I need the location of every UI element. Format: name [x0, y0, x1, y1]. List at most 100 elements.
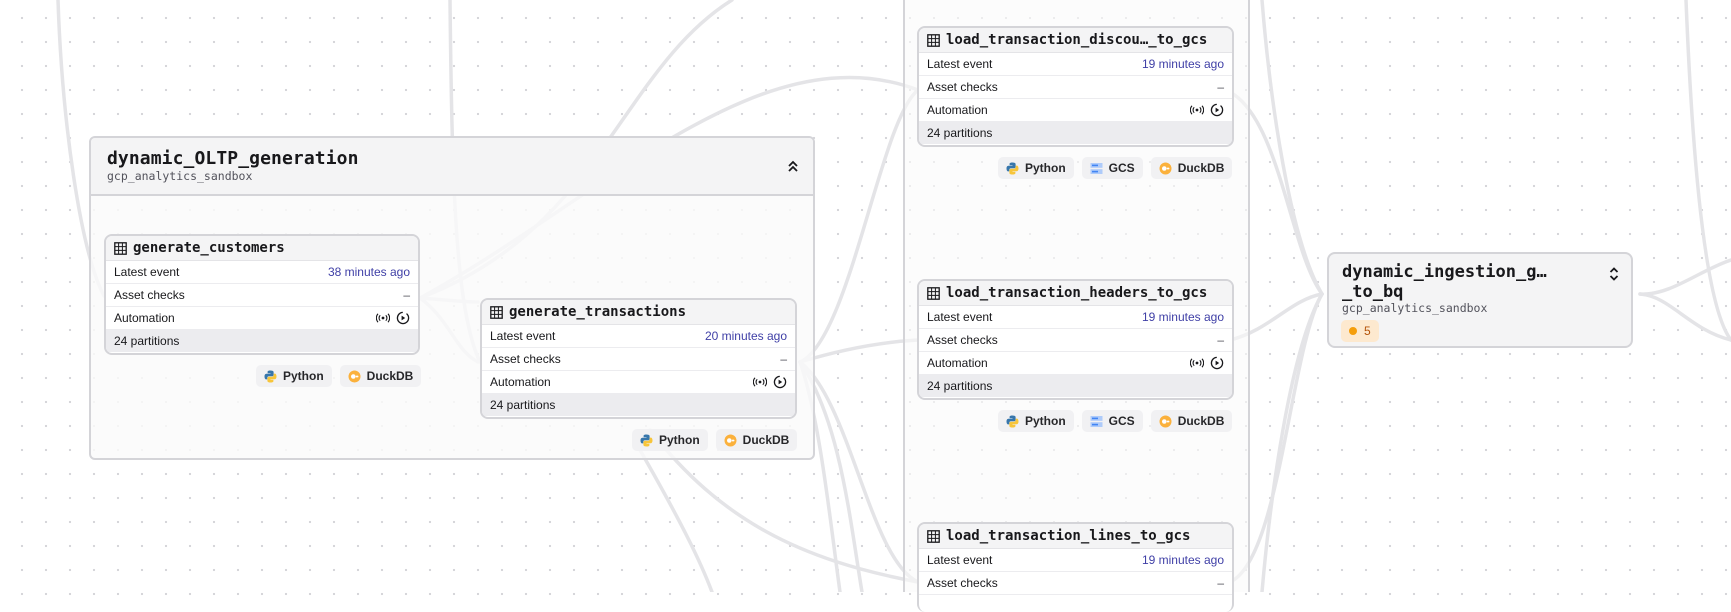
- partitions-label: 24 partitions: [927, 379, 993, 393]
- asset-name: generate_transactions: [509, 304, 687, 320]
- asset-count-badge[interactable]: 5: [1341, 320, 1379, 342]
- asset-title[interactable]: load_transaction_discou…_to_gcs: [919, 28, 1232, 53]
- tag-label: DuckDB: [366, 369, 414, 383]
- group-title: dynamic_OLTP_generation: [107, 148, 359, 169]
- tag-duckdb[interactable]: DuckDB: [339, 365, 422, 387]
- status-dot-icon: [1349, 327, 1357, 335]
- automation-row: Automation: [106, 307, 418, 330]
- asset-node-generate-transactions[interactable]: generate_transactions Latest event 20 min…: [480, 298, 797, 419]
- tag-duckdb[interactable]: DuckDB: [715, 429, 798, 451]
- tag-python[interactable]: Python: [632, 429, 708, 451]
- row-label: Latest event: [927, 57, 993, 71]
- asset-title[interactable]: generate_customers: [106, 236, 418, 261]
- sensor-icon[interactable]: [1190, 358, 1204, 368]
- group-title-line: dynamic_ingestion_g…: [1342, 262, 1547, 282]
- row-label: Asset checks: [927, 576, 998, 590]
- group-subtitle: gcp_analytics_sandbox: [107, 169, 253, 183]
- row-label: Asset checks: [927, 80, 998, 94]
- latest-event-row: Latest event 19 minutes ago: [919, 53, 1232, 76]
- row-label: Asset checks: [114, 288, 185, 302]
- edge: [1260, 292, 1324, 592]
- tag-gcs[interactable]: GCS: [1081, 410, 1143, 432]
- sensor-icon[interactable]: [376, 313, 390, 323]
- asset-node-load-transaction-headers-to-gcs[interactable]: load_transaction_headers_to_gcs Latest e…: [917, 279, 1234, 400]
- asset-group-dynamic-ingestion[interactable]: dynamic_ingestion_g… _to_bq gcp_analytic…: [1327, 252, 1633, 348]
- schedule-icon[interactable]: [773, 375, 787, 389]
- asset-tags: Python DuckDB: [632, 429, 798, 451]
- partitions-row[interactable]: 24 partitions: [106, 330, 418, 352]
- edge: [1638, 292, 1731, 342]
- edge: [1684, 0, 1731, 342]
- latest-event-value[interactable]: 19 minutes ago: [1142, 553, 1224, 567]
- schedule-icon[interactable]: [1210, 356, 1224, 370]
- asset-node-load-transaction-discounts-to-gcs[interactable]: load_transaction_discou…_to_gcs Latest e…: [917, 26, 1234, 147]
- asset-node-load-transaction-lines-to-gcs[interactable]: load_transaction_lines_to_gcs Latest eve…: [917, 522, 1234, 612]
- duckdb-icon: [1159, 162, 1172, 174]
- asset-checks-value: –: [403, 288, 410, 302]
- latest-event-value[interactable]: 38 minutes ago: [328, 265, 410, 279]
- asset-tags: Python GCS DuckDB: [998, 157, 1233, 179]
- table-icon: [927, 529, 940, 543]
- asset-tags: Python DuckDB: [256, 365, 422, 387]
- tag-label: DuckDB: [1177, 161, 1225, 175]
- row-label: Latest event: [927, 310, 993, 324]
- asset-checks-value: –: [780, 352, 787, 366]
- row-label: Latest event: [490, 329, 556, 343]
- python-icon: [264, 370, 277, 382]
- asset-name: load_transaction_discou…_to_gcs: [946, 32, 1208, 48]
- tag-label: Python: [1025, 414, 1066, 428]
- sensor-icon[interactable]: [753, 377, 767, 387]
- latest-event-value[interactable]: 19 minutes ago: [1142, 310, 1224, 324]
- latest-event-row: Latest event 38 minutes ago: [106, 261, 418, 284]
- asset-checks-row: Asset checks –: [106, 284, 418, 307]
- group-header[interactable]: dynamic_OLTP_generation gcp_analytics_sa…: [91, 138, 813, 196]
- asset-tags: Python GCS DuckDB: [998, 410, 1233, 432]
- row-label: Latest event: [927, 553, 993, 567]
- partitions-row[interactable]: 24 partitions: [919, 122, 1232, 144]
- tag-duckdb[interactable]: DuckDB: [1150, 157, 1233, 179]
- tag-label: GCS: [1108, 414, 1135, 428]
- asset-checks-row: Asset checks –: [919, 76, 1232, 99]
- automation-row: Automation: [919, 352, 1232, 375]
- asset-count: 5: [1364, 324, 1371, 338]
- partitions-row[interactable]: 24 partitions: [919, 375, 1232, 397]
- partitions-row[interactable]: 24 partitions: [482, 394, 795, 416]
- edge: [1638, 258, 1731, 296]
- edge: [638, 448, 714, 592]
- tag-python[interactable]: Python: [998, 157, 1074, 179]
- schedule-icon[interactable]: [396, 311, 410, 325]
- tag-gcs[interactable]: GCS: [1081, 157, 1143, 179]
- row-label: Automation: [927, 103, 988, 117]
- latest-event-row: Latest event 20 minutes ago: [482, 325, 795, 348]
- latest-event-value[interactable]: 19 minutes ago: [1142, 57, 1224, 71]
- duckdb-icon: [1159, 415, 1172, 427]
- tag-python[interactable]: Python: [256, 365, 332, 387]
- sensor-icon[interactable]: [1190, 105, 1204, 115]
- schedule-icon[interactable]: [1210, 103, 1224, 117]
- gcs-icon: [1090, 162, 1103, 174]
- asset-checks-row: Asset checks –: [919, 329, 1232, 352]
- latest-event-value[interactable]: 20 minutes ago: [705, 329, 787, 343]
- python-icon: [1006, 162, 1019, 174]
- edge: [798, 360, 920, 584]
- collapse-icon[interactable]: [787, 158, 799, 174]
- row-label: Automation: [927, 356, 988, 370]
- tag-duckdb[interactable]: DuckDB: [1150, 410, 1233, 432]
- asset-checks-value: –: [1217, 333, 1224, 347]
- asset-title[interactable]: generate_transactions: [482, 300, 795, 325]
- automation-row: Automation: [482, 371, 795, 394]
- partitions-label: 24 partitions: [114, 334, 180, 348]
- expand-icon[interactable]: [1609, 266, 1619, 282]
- latest-event-row: Latest event 19 minutes ago: [919, 549, 1232, 572]
- python-icon: [1006, 415, 1019, 427]
- asset-title[interactable]: load_transaction_headers_to_gcs: [919, 281, 1232, 306]
- tag-label: GCS: [1108, 161, 1135, 175]
- asset-node-generate-customers[interactable]: generate_customers Latest event 38 minute…: [104, 234, 420, 355]
- gcs-icon: [1090, 415, 1103, 427]
- group-title-line: _to_bq: [1342, 282, 1404, 302]
- tag-python[interactable]: Python: [998, 410, 1074, 432]
- duckdb-icon: [724, 434, 737, 446]
- edge: [798, 88, 920, 364]
- asset-title[interactable]: load_transaction_lines_to_gcs: [919, 524, 1232, 549]
- table-icon: [927, 33, 940, 47]
